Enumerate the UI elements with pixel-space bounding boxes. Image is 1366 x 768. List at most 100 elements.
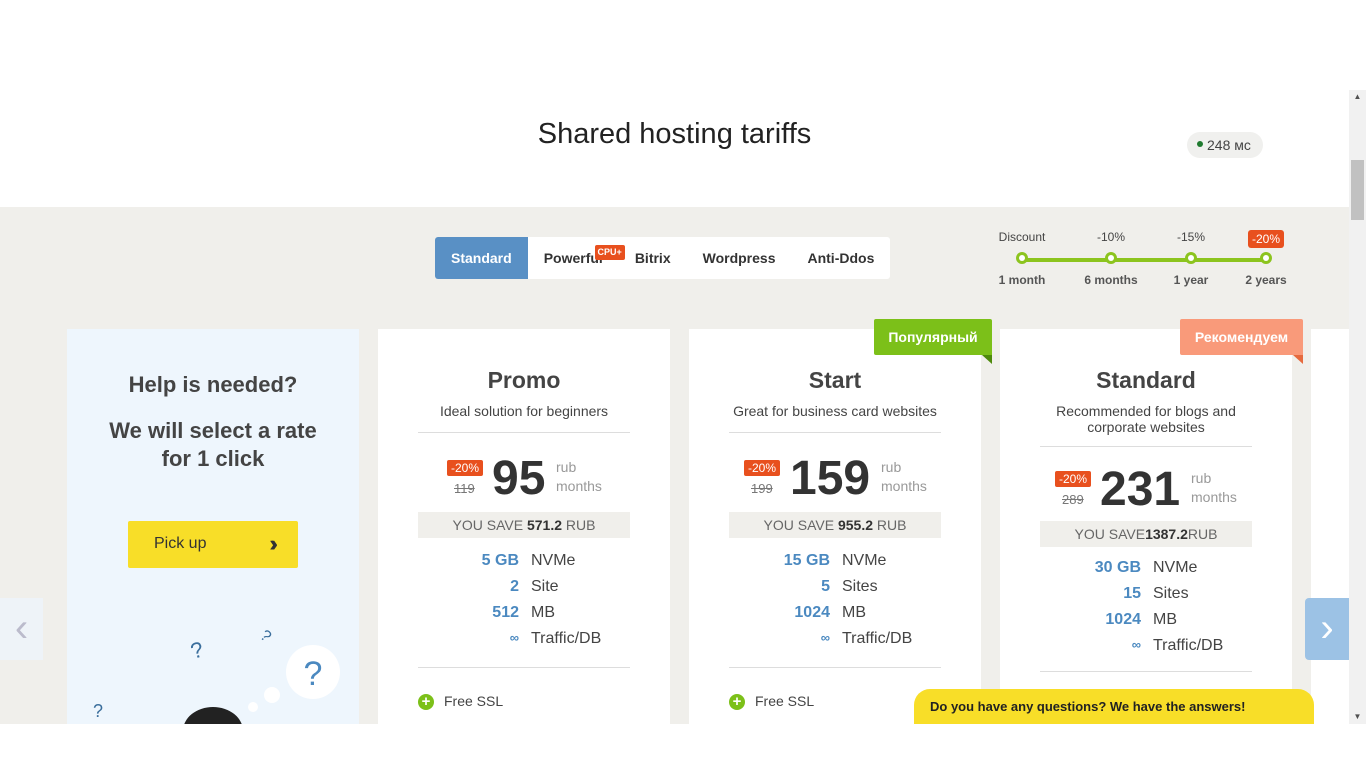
- feature-row: ∞ Traffic/DB: [689, 630, 981, 656]
- plan-price: -20% 119 95 rub months: [378, 451, 670, 507]
- chat-widget[interactable]: Do you have any questions? We have the a…: [914, 689, 1314, 724]
- period-1-month[interactable]: 1 month: [999, 273, 1046, 287]
- price-value: 95: [492, 452, 546, 505]
- slider-track: [1022, 258, 1266, 262]
- old-price: 119: [454, 481, 475, 496]
- svg-text:?: ?: [93, 701, 103, 721]
- feature-label: MB: [842, 604, 866, 621]
- feature-row: 512 MB: [378, 604, 670, 630]
- tab-label: Anti-Ddos: [807, 250, 875, 266]
- save-unit: RUB: [562, 517, 596, 533]
- tab-standard[interactable]: Standard: [435, 237, 528, 279]
- discount-badge: -20%: [1055, 471, 1092, 487]
- page-viewport: Shared hosting tariffs 248 мс Standard P…: [0, 90, 1349, 724]
- slider-node-1-year[interactable]: [1185, 252, 1197, 264]
- feature-label: Sites: [1153, 585, 1189, 602]
- recommended-ribbon: Рекомендуем: [1180, 319, 1303, 364]
- savings-box: YOU SAVE 955.2 RUB: [729, 512, 941, 538]
- feature-row: 1024 MB: [689, 604, 981, 630]
- vertical-scrollbar[interactable]: ▲ ▼: [1349, 90, 1366, 724]
- save-label: YOU SAVE: [763, 517, 838, 533]
- tab-wordpress[interactable]: Wordpress: [687, 237, 792, 279]
- feature-value: 512: [492, 604, 519, 621]
- svg-text:?: ?: [304, 655, 323, 693]
- feature-row: 2 Site: [378, 578, 670, 604]
- slider-node-6-months[interactable]: [1105, 252, 1117, 264]
- help-card: Help is needed? We will select a rate for…: [67, 329, 359, 724]
- discount-label: Discount: [998, 230, 1046, 244]
- plan-card-standard: Standard Recommended for blogs and corpo…: [1000, 329, 1292, 724]
- ribbon-fold: [982, 355, 992, 364]
- feature-value: 5: [821, 578, 830, 595]
- discount-badge: -20%: [744, 460, 781, 476]
- ribbon-label: Популярный: [888, 329, 978, 345]
- old-price: 289: [1062, 492, 1084, 507]
- feature-row: 5 GB NVMe: [378, 552, 670, 578]
- period-1-year[interactable]: 1 year: [1174, 273, 1209, 287]
- save-unit: RUB: [1187, 526, 1218, 542]
- discount-period-slider[interactable]: Discount -10% -15% -20% 1 month 6 months…: [990, 230, 1290, 290]
- divider: [418, 432, 630, 433]
- double-chevron-right-icon: ››: [269, 531, 277, 556]
- feature-row: ∞ Traffic/DB: [378, 630, 670, 656]
- feature-value: 5 GB: [481, 552, 519, 569]
- period-2-years[interactable]: 2 years: [1245, 273, 1286, 287]
- feature-label: Traffic/DB: [1153, 637, 1224, 654]
- tab-label: Wordpress: [702, 250, 776, 266]
- tab-anti-ddos[interactable]: Anti-Ddos: [791, 237, 890, 279]
- ping-value: 248 мс: [1207, 137, 1251, 153]
- feature-label: Sites: [842, 578, 878, 595]
- price-currency: rub: [881, 459, 902, 475]
- divider: [729, 432, 941, 433]
- ping-indicator: 248 мс: [1187, 132, 1263, 158]
- save-label: YOU SAVE: [1074, 526, 1146, 542]
- discount-1-year: -15%: [1176, 230, 1206, 244]
- feature-value: 15: [1123, 585, 1141, 602]
- plus-icon: +: [729, 694, 745, 711]
- feature-label: Site: [531, 578, 559, 595]
- period-6-months[interactable]: 6 months: [1084, 273, 1137, 287]
- scroll-up-arrow-icon[interactable]: ▲: [1349, 90, 1366, 104]
- slider-node-1-month[interactable]: [1016, 252, 1028, 264]
- feature-label: Traffic/DB: [531, 630, 602, 647]
- feature-row: 30 GB NVMe: [1000, 559, 1292, 585]
- feature-row: 15 Sites: [1000, 585, 1292, 611]
- divider: [1040, 446, 1252, 447]
- price-period: months: [556, 478, 602, 494]
- tab-label: Standard: [451, 250, 512, 266]
- chat-label: Do you have any questions? We have the a…: [930, 699, 1246, 714]
- save-value: 1387.2: [1145, 526, 1188, 542]
- savings-box: YOU SAVE 571.2 RUB: [418, 512, 630, 538]
- feature-row: 15 GB NVMe: [689, 552, 981, 578]
- carousel-prev-button[interactable]: ‹: [0, 598, 43, 660]
- feature-row: 5 Sites: [689, 578, 981, 604]
- price-value: 159: [790, 452, 871, 505]
- feature-row: 1024 MB: [1000, 611, 1292, 637]
- extra-feature-label: Free SSL: [755, 693, 815, 709]
- tab-powerful[interactable]: Powerful CPU+: [528, 237, 625, 279]
- plan-price: -20% 289 231 rub months: [1000, 462, 1292, 518]
- feature-label: NVMe: [842, 552, 887, 569]
- plus-icon: +: [418, 694, 434, 711]
- carousel-next-button[interactable]: ›: [1305, 598, 1349, 660]
- save-unit: RUB: [873, 517, 907, 533]
- scrollbar-thumb[interactable]: [1351, 160, 1364, 220]
- svg-text:?: ?: [256, 627, 274, 646]
- scroll-down-arrow-icon[interactable]: ▼: [1349, 710, 1366, 724]
- plan-card-promo: Promo Ideal solution for beginners -20% …: [378, 329, 670, 724]
- tariff-tabs: Standard Powerful CPU+ Bitrix Wordpress A…: [435, 237, 891, 279]
- feature-value: 30 GB: [1094, 559, 1141, 576]
- divider: [418, 667, 630, 668]
- save-value: 955.2: [837, 517, 874, 533]
- extra-feature: + Free SSL: [729, 693, 815, 711]
- chevron-right-icon: ›: [1320, 606, 1334, 650]
- slider-node-2-years[interactable]: [1260, 252, 1272, 264]
- feature-label: NVMe: [1153, 559, 1198, 576]
- pick-up-button[interactable]: Pick up ››: [128, 521, 298, 568]
- plan-description: Great for business card websites: [733, 403, 937, 419]
- save-label: YOU SAVE: [452, 517, 527, 533]
- tab-bitrix[interactable]: Bitrix: [619, 237, 687, 279]
- divider: [1040, 671, 1252, 672]
- feature-value: 2: [510, 578, 519, 595]
- infinity-icon: ∞: [820, 630, 830, 645]
